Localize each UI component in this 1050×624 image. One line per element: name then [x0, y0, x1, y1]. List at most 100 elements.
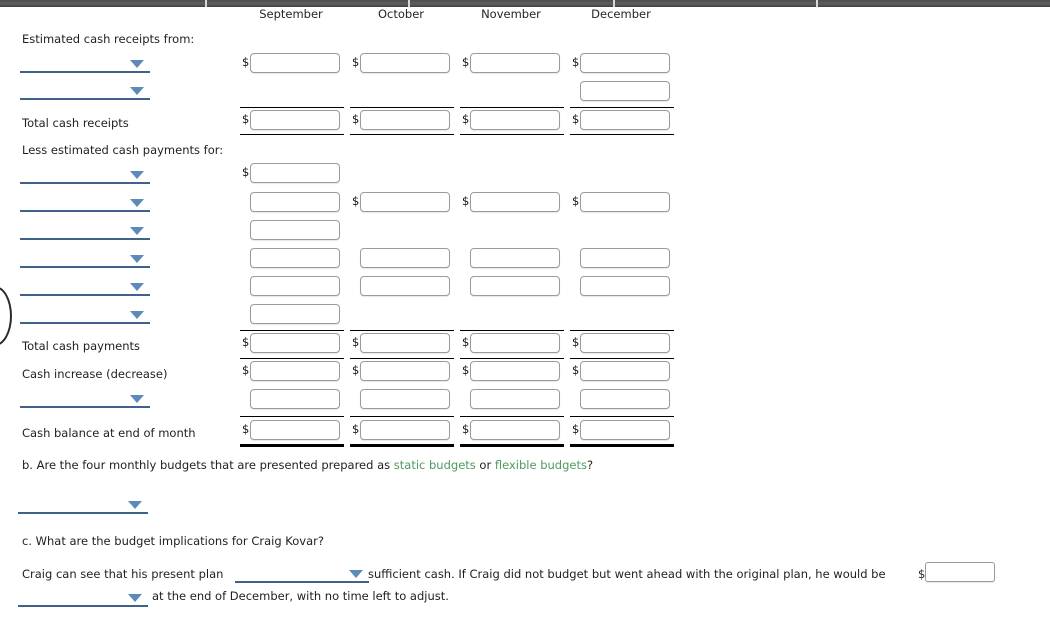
input-payments-row1-september[interactable]	[250, 163, 340, 183]
total-rule-october	[350, 134, 454, 135]
chevron-down-icon	[130, 283, 144, 291]
input-payments-row5-december[interactable]	[580, 276, 670, 296]
input-cash-balance-december[interactable]	[580, 420, 670, 440]
dropdown-question-b-answer[interactable]	[18, 496, 148, 514]
link-static-budgets[interactable]: static budgets	[394, 458, 476, 472]
input-cash-beginning-november[interactable]	[470, 389, 560, 409]
input-cash-increase-november[interactable]	[470, 361, 560, 381]
dropdown-underline	[20, 321, 150, 324]
currency-symbol: $	[572, 363, 580, 377]
dropdown-underline	[20, 405, 150, 408]
input-cash-beginning-september[interactable]	[250, 389, 340, 409]
chevron-down-icon	[128, 501, 142, 509]
input-cash-balance-november[interactable]	[470, 420, 560, 440]
chevron-down-icon	[130, 87, 144, 95]
receipts-section-heading: Estimated cash receipts from:	[22, 32, 195, 46]
input-payments-row2-october[interactable]	[360, 192, 450, 212]
input-payments-row2-september[interactable]	[250, 192, 340, 212]
question-c-heading: c. What are the budget implications for …	[22, 534, 324, 548]
input-payments-row3-september[interactable]	[250, 220, 340, 240]
dropdown-question-c-answer-2[interactable]	[18, 589, 148, 607]
currency-symbol: $	[572, 422, 580, 436]
question-b-text: b. Are the four monthly budgets that are…	[22, 458, 593, 472]
input-payments-total-december[interactable]	[580, 333, 670, 353]
input-receipts-row1-november[interactable]	[470, 53, 560, 73]
input-payments-row6-september[interactable]	[250, 304, 340, 324]
input-cash-increase-october[interactable]	[360, 361, 450, 381]
input-question-c-amount[interactable]	[925, 562, 995, 582]
currency-symbol: $	[462, 422, 470, 436]
input-payments-row4-december[interactable]	[580, 248, 670, 268]
input-cash-increase-september[interactable]	[250, 361, 340, 381]
dropdown-underline	[20, 181, 150, 184]
chevron-down-icon	[130, 171, 144, 179]
input-receipts-total-october[interactable]	[360, 110, 450, 130]
input-receipts-row1-december[interactable]	[580, 53, 670, 73]
currency-symbol: $	[352, 363, 360, 377]
dropdown-payment-line-4[interactable]	[20, 250, 150, 268]
question-b-prefix: b. Are the four monthly budgets that are…	[22, 458, 394, 472]
input-cash-beginning-december[interactable]	[580, 389, 670, 409]
balance-rule-december	[570, 416, 674, 417]
currency-symbol: $	[462, 363, 470, 377]
grand-total-rule-november	[460, 444, 564, 447]
dropdown-receipt-line-1[interactable]	[20, 55, 150, 73]
input-payments-row2-december[interactable]	[580, 192, 670, 212]
currency-symbol: $	[352, 112, 360, 126]
currency-symbol: $	[572, 112, 580, 126]
input-receipts-total-december[interactable]	[580, 110, 670, 130]
total-rule-december	[570, 134, 674, 135]
chevron-down-icon	[130, 199, 144, 207]
dropdown-payment-line-5[interactable]	[20, 278, 150, 296]
currency-symbol: $	[462, 194, 470, 208]
column-header-december: December	[591, 7, 651, 21]
subtotal-rule-september	[240, 107, 344, 108]
cash-balance-label: Cash balance at end of month	[22, 426, 196, 440]
input-payments-row2-november[interactable]	[470, 192, 560, 212]
dropdown-payment-line-6[interactable]	[20, 306, 150, 324]
input-receipts-row1-october[interactable]	[360, 53, 450, 73]
input-payments-row5-october[interactable]	[360, 276, 450, 296]
input-receipts-total-november[interactable]	[470, 110, 560, 130]
dropdown-question-c-answer-1[interactable]	[235, 565, 369, 583]
input-receipts-total-september[interactable]	[250, 110, 340, 130]
dropdown-payment-line-1[interactable]	[20, 166, 150, 184]
input-payments-total-october[interactable]	[360, 333, 450, 353]
dropdown-receipt-line-2[interactable]	[20, 82, 150, 100]
column-header-october: October	[377, 7, 425, 21]
currency-symbol: $	[462, 55, 470, 69]
input-payments-row5-september[interactable]	[250, 276, 340, 296]
input-payments-row4-september[interactable]	[250, 248, 340, 268]
currency-symbol: $	[242, 55, 250, 69]
input-cash-balance-october[interactable]	[360, 420, 450, 440]
dropdown-underline	[18, 511, 148, 514]
currency-symbol: $	[352, 55, 360, 69]
currency-symbol: $	[352, 422, 360, 436]
currency-symbol: $	[462, 335, 470, 349]
input-payments-total-september[interactable]	[250, 333, 340, 353]
dropdown-cash-balance-beginning[interactable]	[20, 390, 150, 408]
input-cash-beginning-october[interactable]	[360, 389, 450, 409]
input-payments-row5-november[interactable]	[470, 276, 560, 296]
dropdown-underline	[20, 70, 150, 73]
input-cash-increase-december[interactable]	[580, 361, 670, 381]
input-receipts-row2-december[interactable]	[580, 81, 670, 101]
dropdown-payment-line-3[interactable]	[20, 222, 150, 240]
payments-total-rule-november	[460, 358, 564, 359]
balance-rule-october	[350, 416, 454, 417]
payments-subtotal-rule-september	[240, 330, 344, 331]
input-cash-balance-september[interactable]	[250, 420, 340, 440]
balance-rule-november	[460, 416, 564, 417]
link-flexible-budgets[interactable]: flexible budgets	[495, 458, 587, 472]
question-c-line2-suffix: at the end of December, with no time lef…	[152, 589, 449, 603]
input-payments-row4-november[interactable]	[470, 248, 560, 268]
column-header-november: November	[481, 7, 541, 21]
dropdown-underline	[20, 265, 150, 268]
input-payments-total-november[interactable]	[470, 333, 560, 353]
currency-symbol: $	[242, 165, 250, 179]
dropdown-payment-line-2[interactable]	[20, 194, 150, 212]
chevron-down-icon	[130, 60, 144, 68]
chevron-down-icon	[130, 227, 144, 235]
input-receipts-row1-september[interactable]	[250, 53, 340, 73]
input-payments-row4-october[interactable]	[360, 248, 450, 268]
